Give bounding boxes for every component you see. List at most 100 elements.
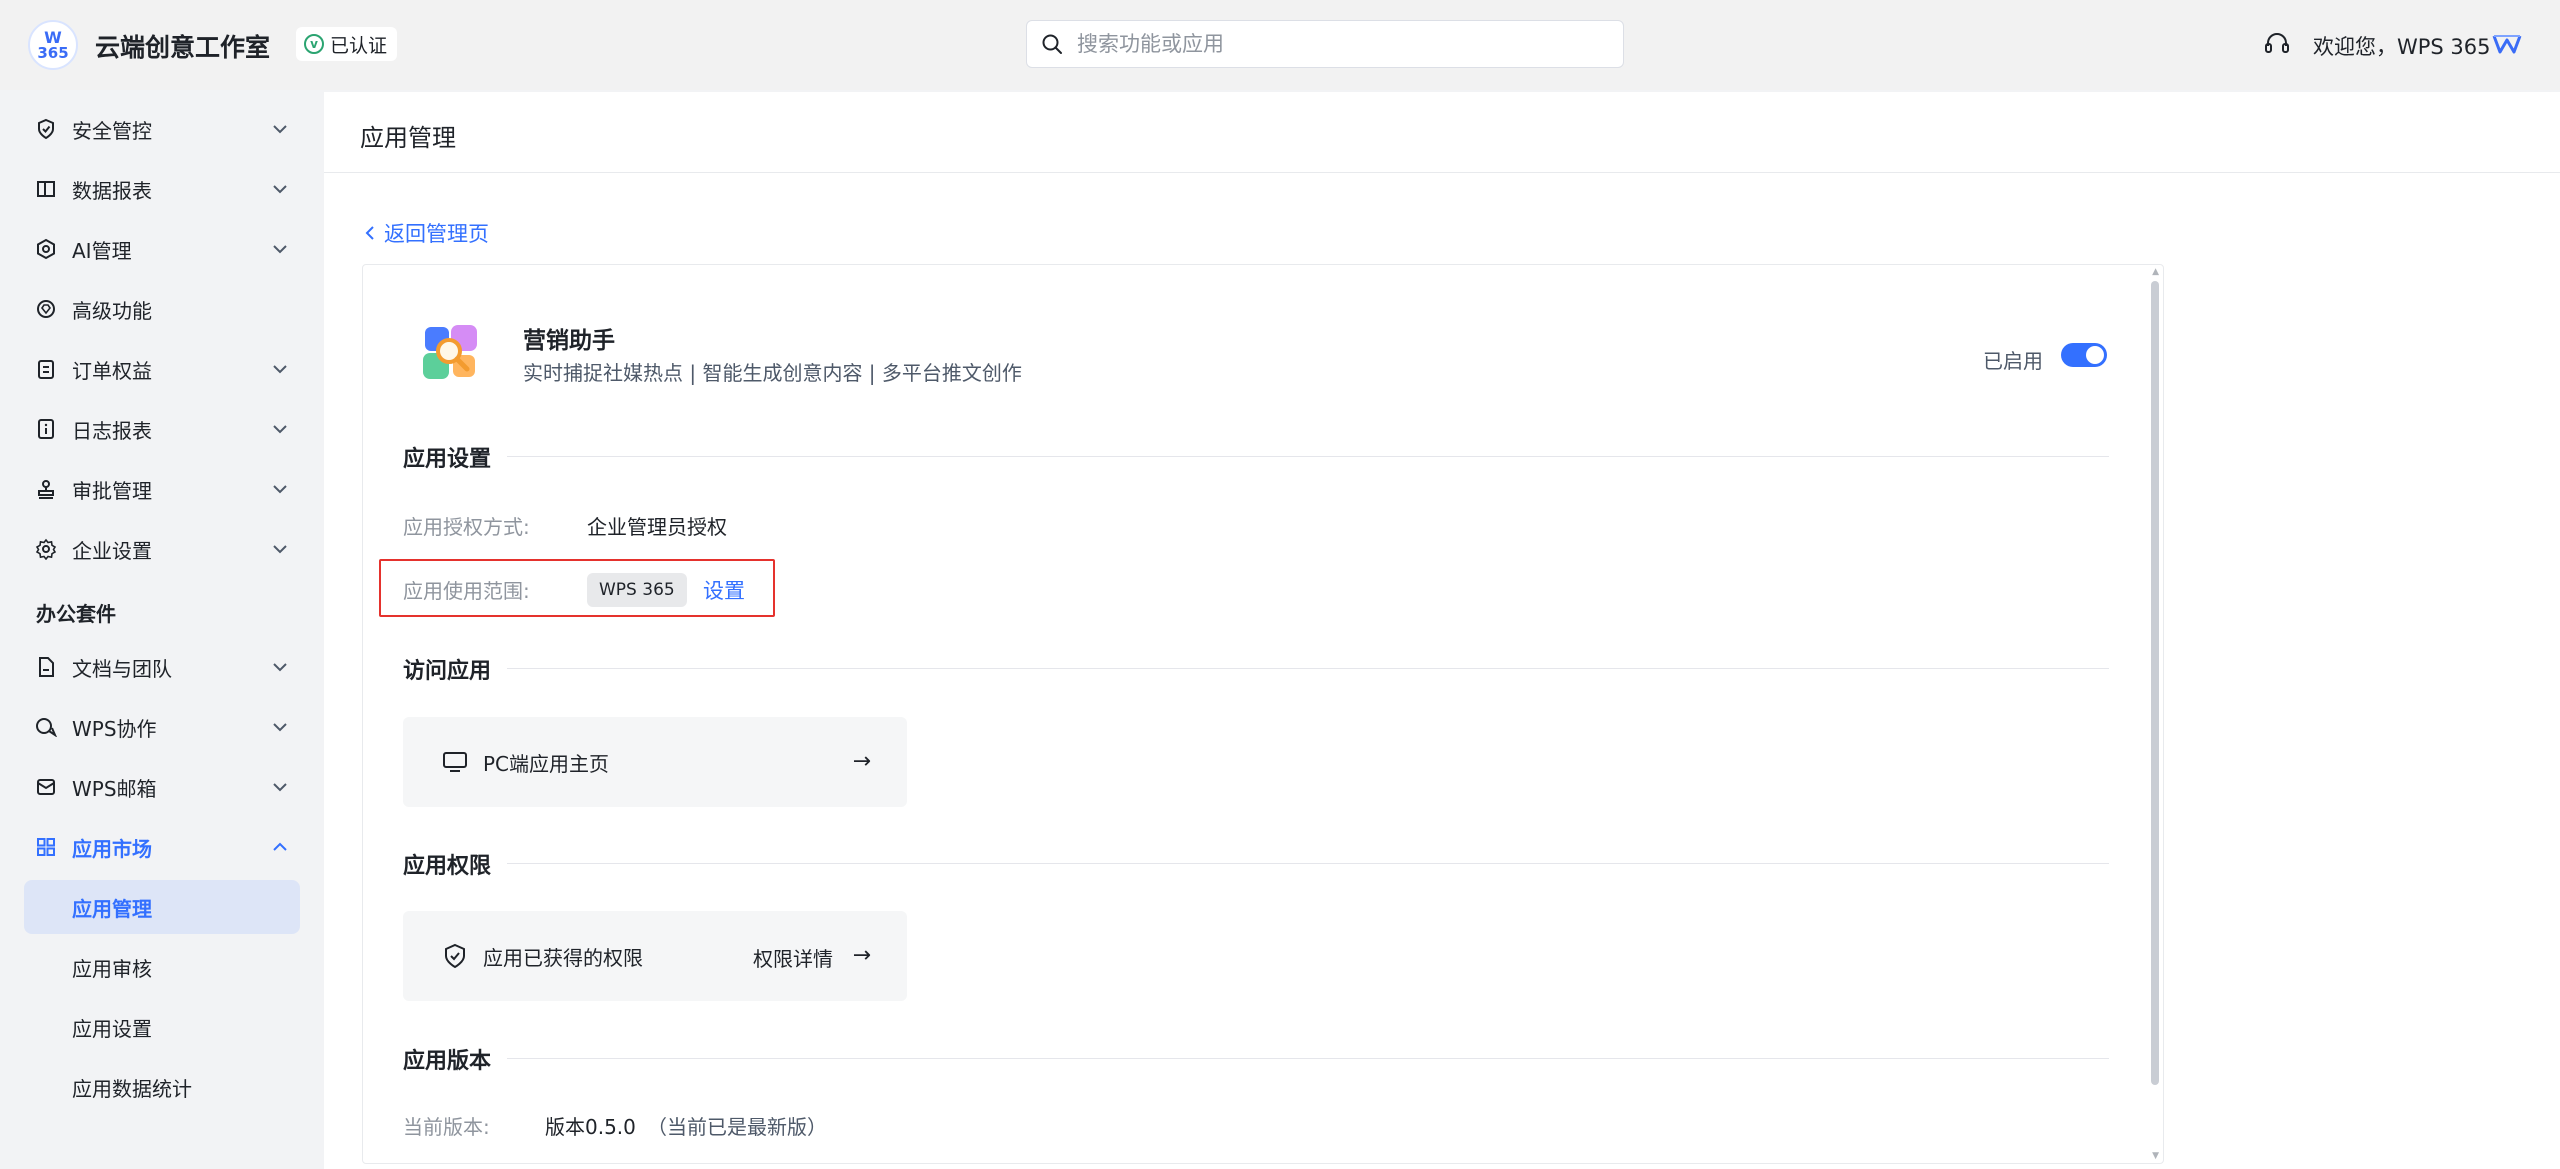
monitor-icon [441,748,469,776]
organization-name: 云端创意工作室 [95,33,271,62]
auth-method-label: 应用授权方式: [403,515,530,539]
granted-permissions-tile[interactable]: 应用已获得的权限 权限详情 → [403,911,907,1001]
sidebar-item-approval[interactable]: 审批管理 [24,462,300,516]
chevron-down-icon [273,783,287,792]
permission-details-link[interactable]: 权限详情 [753,943,833,972]
section-divider [403,1058,2109,1059]
sidebar-item-wps-mail[interactable]: WPS邮箱 [24,760,300,814]
access-app-heading: 访问应用 [403,653,508,685]
sidebar-item-data-reports[interactable]: 数据报表 [24,162,300,216]
clipboard-icon [34,357,58,381]
search-box[interactable] [1026,20,1624,68]
mail-icon [34,775,58,799]
sidebar-item-logs[interactable]: 日志报表 [24,402,300,456]
sidebar-item-app-statistics[interactable]: 应用数据统计 [24,1060,300,1114]
main-content: 应用管理 返回管理页 ▲ ▼ 营销助手 实时捕捉社媒热点 | 智能生成创意内容 … [324,92,2560,1169]
arrow-right-icon: → [852,749,871,774]
sidebar-item-label: 审批管理 [72,478,152,503]
sidebar-item-advanced-features[interactable]: 高级功能 [24,282,300,336]
chevron-down-icon [273,365,287,374]
usage-scope-set-link[interactable]: 设置 [703,575,745,605]
chevron-down-icon [273,125,287,134]
sidebar-item-label: 应用设置 [72,1016,152,1041]
search-input[interactable] [1077,32,1623,56]
sidebar-item-label: 应用管理 [72,896,152,921]
top-bar: W 365 云端创意工作室 v 已认证 欢迎您，WPS 365 [0,0,2560,90]
section-divider [403,863,2109,864]
chevron-down-icon [273,545,287,554]
search-icon [1042,34,1062,54]
back-link-label: 返回管理页 [384,222,489,246]
marketing-assistant-app-icon [423,325,477,379]
sidebar-item-label: WPS邮箱 [72,776,157,801]
chevron-left-icon [365,226,374,240]
wps-user-avatar-icon[interactable] [2492,33,2522,55]
sidebar-item-label: 订单权益 [72,358,152,383]
sidebar-item-security[interactable]: 安全管控 [24,102,300,156]
sidebar-item-app-review[interactable]: 应用审核 [24,940,300,994]
office-suite-section-title: 办公套件 [36,602,116,626]
chevron-down-icon [273,245,287,254]
sidebar-item-label: 应用市场 [72,836,152,861]
toggle-knob [2086,346,2104,364]
latest-version-note: （当前已是最新版） [647,1115,827,1139]
ai-hexagon-icon [34,237,58,261]
log-icon [34,417,58,441]
sidebar-item-orders[interactable]: 订单权益 [24,342,300,396]
sidebar-item-app-management[interactable]: 应用管理 [24,880,300,934]
sidebar-item-label: 企业设置 [72,538,152,563]
enabled-status-label: 已启用 [1983,349,2043,373]
sidebar-item-docs-and-teams[interactable]: 文档与团队 [24,640,300,694]
granted-permissions-label: 应用已获得的权限 [483,945,643,970]
customer-service-headset-icon[interactable] [2263,30,2291,58]
sidebar-item-label: 应用审核 [72,956,152,981]
section-divider [403,456,2109,457]
sidebar-item-wps-collaboration[interactable]: WPS协作 [24,700,300,754]
scroll-down-arrow-icon[interactable]: ▼ [2152,1151,2159,1161]
current-version-value: 版本0.5.0 [545,1115,636,1139]
current-version-label: 当前版本: [403,1115,490,1139]
chat-icon [34,715,58,739]
stamp-icon [34,477,58,501]
usage-scope-label: 应用使用范围: [403,579,530,603]
sidebar-item-label: 日志报表 [72,418,152,443]
welcome-text[interactable]: 欢迎您，WPS 365 [2313,31,2491,61]
sidebar-item-label: 安全管控 [72,118,152,143]
scroll-up-arrow-icon[interactable]: ▲ [2152,267,2159,277]
app-version-heading: 应用版本 [403,1043,508,1075]
pc-app-home-tile[interactable]: PC端应用主页 → [403,717,907,807]
sidebar-item-label: 高级功能 [72,298,152,323]
verified-check-icon: v [304,34,324,54]
enable-toggle[interactable] [2061,343,2107,367]
sidebar-item-app-market[interactable]: 应用市场 [24,820,300,874]
diamond-icon [34,297,58,321]
back-to-management-link[interactable]: 返回管理页 [364,218,489,248]
app-description: 实时捕捉社媒热点 | 智能生成创意内容 | 多平台推文创作 [523,361,1022,385]
chevron-down-icon [273,663,287,672]
chevron-down-icon [273,723,287,732]
chevron-down-icon [273,425,287,434]
auth-method-value: 企业管理员授权 [587,515,727,539]
app-detail-card: ▲ ▼ 营销助手 实时捕捉社媒热点 | 智能生成创意内容 | 多平台推文创作 已… [362,264,2164,1164]
document-icon [34,655,58,679]
grid-icon [34,835,58,859]
sidebar-item-app-settings[interactable]: 应用设置 [24,1000,300,1054]
chevron-down-icon [273,485,287,494]
sidebar-item-label: WPS协作 [72,716,157,741]
gear-icon [34,537,58,561]
sidebar: 安全管控 数据报表 AI管理 高级功能 订单权益 日志报表 审批管理 企业设置 … [0,90,320,1169]
app-name: 营销助手 [523,328,615,354]
sidebar-item-enterprise-settings[interactable]: 企业设置 [24,522,300,576]
usage-scope-tag: WPS 365 [587,573,687,607]
title-divider [324,172,2560,173]
wps-365-logo[interactable]: W 365 [28,20,78,70]
scrollbar-thumb[interactable] [2151,281,2159,1085]
sidebar-item-label: 文档与团队 [72,656,172,681]
book-icon [34,177,58,201]
sidebar-item-label: AI管理 [72,238,132,263]
verified-badge[interactable]: v 已认证 [296,27,398,61]
page-title: 应用管理 [360,124,456,152]
shield-check-icon [441,942,469,970]
logo-number: 365 [37,43,69,62]
sidebar-item-ai-management[interactable]: AI管理 [24,222,300,276]
